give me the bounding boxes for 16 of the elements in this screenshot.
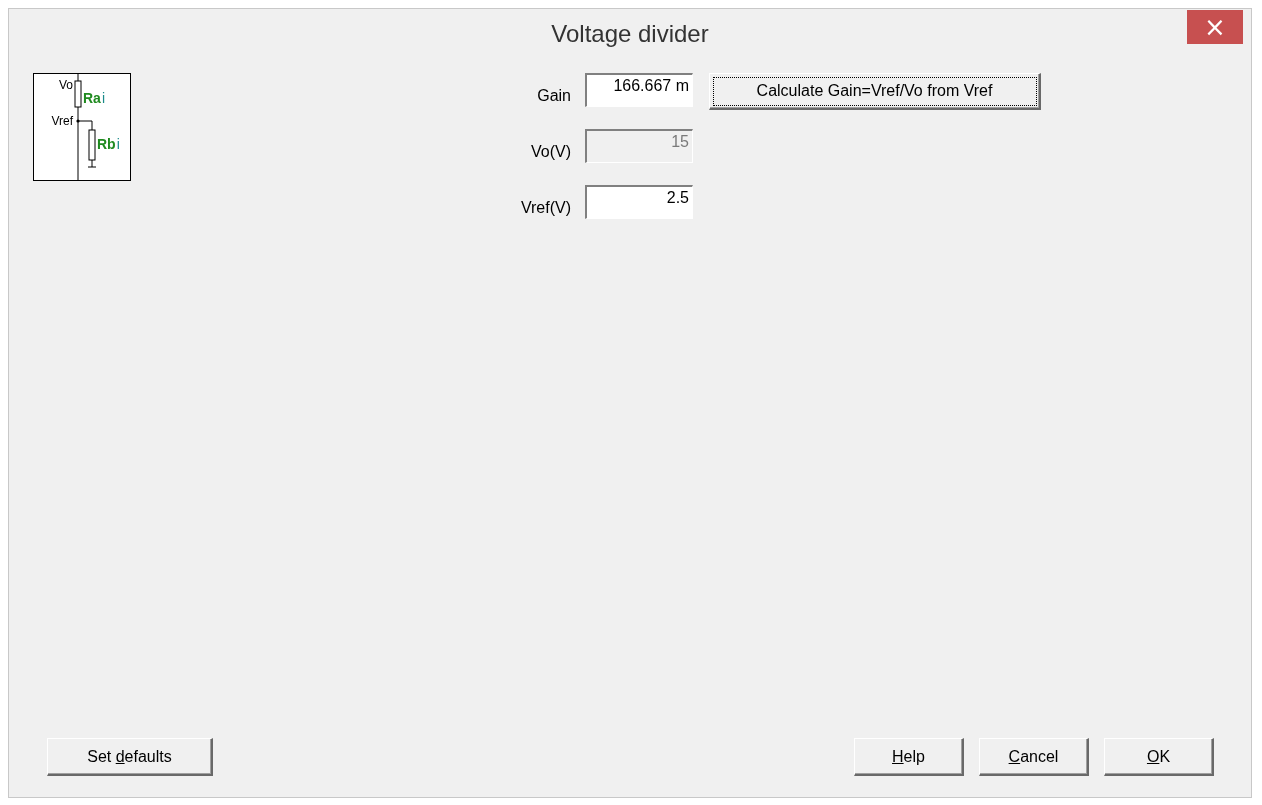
calculate-button[interactable]: Calculate Gain=Vref/Vo from Vref <box>709 73 1041 110</box>
resistor-label: Rai <box>83 90 106 106</box>
field-label: Vref(V) <box>519 199 571 217</box>
node-label: Vo <box>59 78 73 92</box>
dialog-button[interactable]: OK <box>1104 738 1214 776</box>
field-label: Vo(V) <box>530 143 571 161</box>
close-button[interactable]: × <box>1187 10 1243 44</box>
input-field[interactable]: 2.5 <box>585 185 693 219</box>
window-title: Voltage divider <box>551 20 709 48</box>
field-label: Gain <box>536 87 571 105</box>
node-label: Vref <box>51 114 73 128</box>
input-field[interactable]: 166.667 m <box>585 73 693 107</box>
dialog-button[interactable]: Set defaults <box>47 738 213 776</box>
dialog-button[interactable]: Cancel <box>979 738 1089 776</box>
dialog-button[interactable]: Help <box>854 738 964 776</box>
resistor-label: Rbi <box>97 136 120 152</box>
